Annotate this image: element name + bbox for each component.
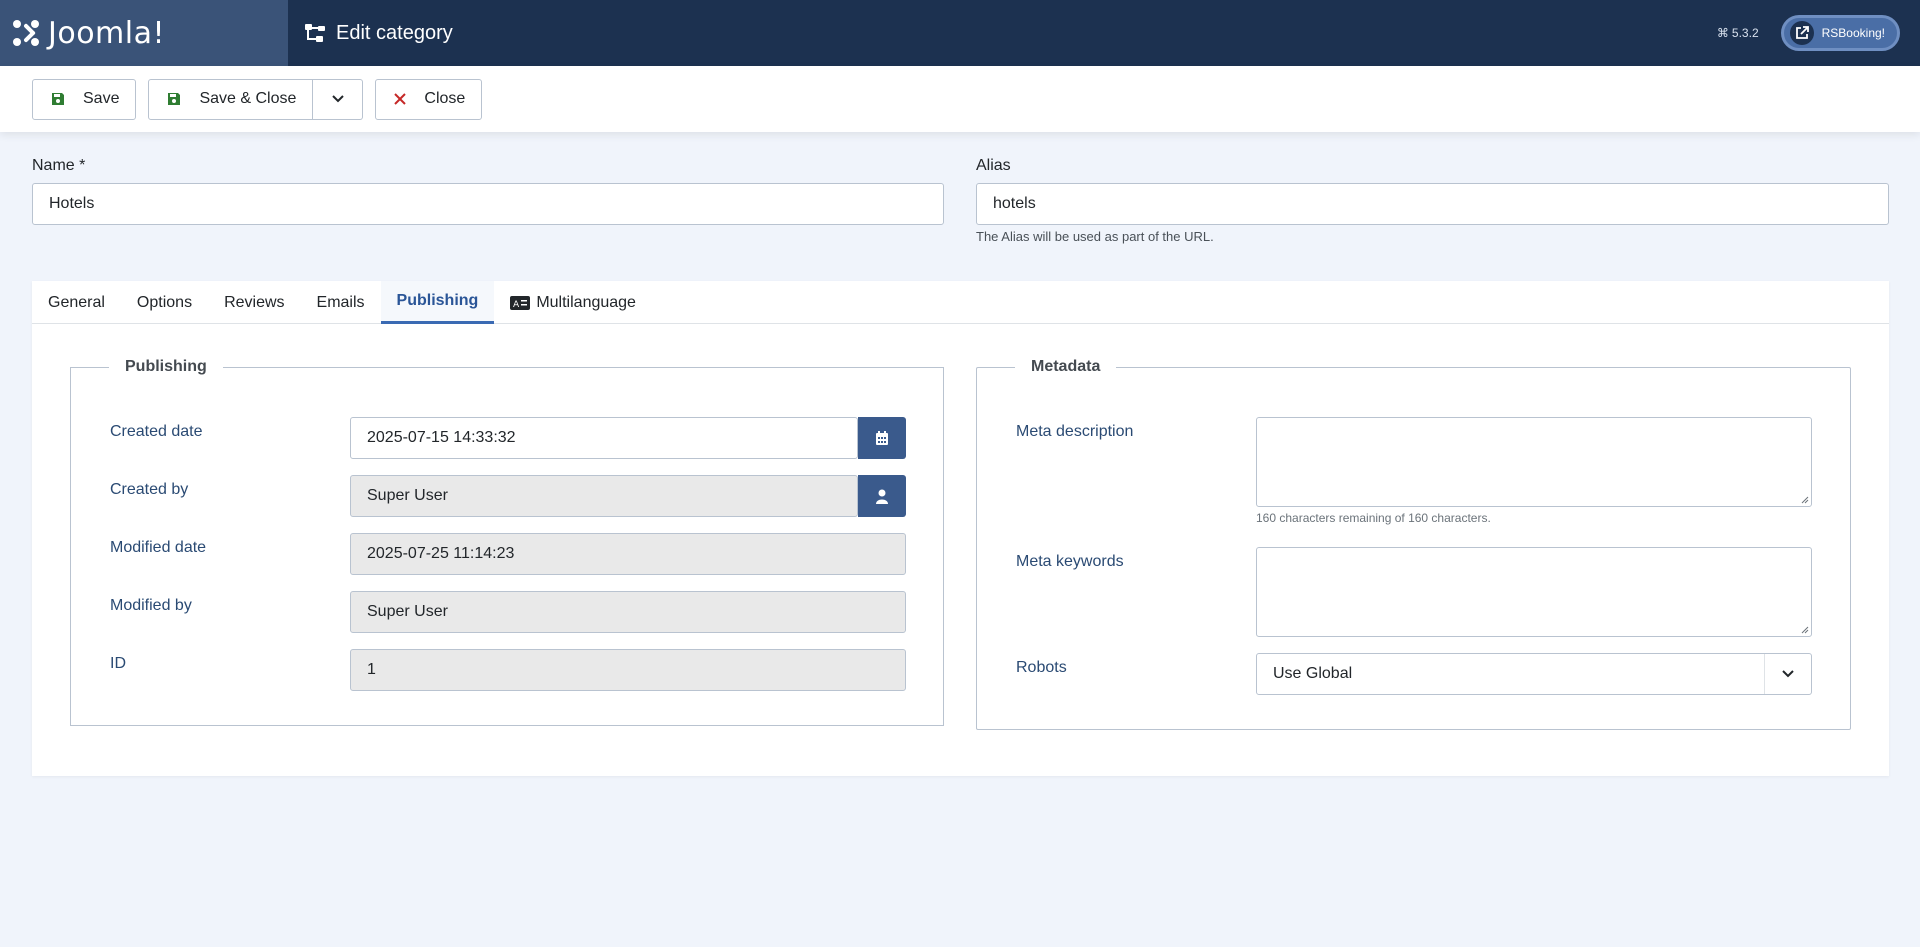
tab-general[interactable]: General: [32, 281, 121, 324]
alias-input[interactable]: hotels: [976, 183, 1889, 225]
close-label: Close: [424, 90, 466, 107]
close-button[interactable]: Close: [375, 78, 483, 120]
tab-publishing[interactable]: Publishing: [380, 281, 495, 324]
modified-date-label: Modified date: [110, 539, 207, 556]
language-icon: A: [510, 295, 531, 310]
save-close-label: Save & Close: [199, 90, 297, 107]
created-by-input: Super User: [350, 475, 858, 517]
joomla-logo-icon: [13, 20, 39, 46]
app-header: Joomla! Edit category ⌘ 5.3.2 RSBooking!: [0, 0, 1920, 66]
meta-keywords-label: Meta keywords: [1016, 553, 1124, 570]
created-by-label: Created by: [110, 481, 189, 498]
page-title: Edit category: [336, 21, 453, 44]
joomla-small-icon: ⌘: [1716, 26, 1729, 40]
svg-text:A: A: [513, 300, 520, 310]
tab-multilanguage-label: Multilanguage: [536, 293, 636, 311]
calendar-button[interactable]: [858, 417, 906, 459]
tab-reviews[interactable]: Reviews: [208, 281, 300, 324]
alias-hint: The Alias will be used as part of the UR…: [976, 229, 1214, 244]
robots-label: Robots: [1016, 659, 1067, 676]
robots-select[interactable]: Use Global: [1256, 653, 1812, 695]
robots-select-value: Use Global: [1273, 665, 1353, 682]
meta-description-counter: 160 characters remaining of 160 characte…: [1256, 511, 1491, 525]
save-close-button[interactable]: Save & Close: [148, 78, 314, 120]
name-input[interactable]: Hotels: [32, 183, 944, 225]
site-name: RSBooking!: [1821, 26, 1885, 40]
alias-label: Alias: [976, 157, 1011, 174]
save-label: Save: [83, 90, 120, 107]
external-link-icon: [1789, 21, 1814, 45]
logo-text: Joomla!: [48, 15, 166, 51]
tab-emails[interactable]: Emails: [301, 281, 381, 324]
calendar-icon: [876, 430, 888, 445]
category-tree-icon: [305, 24, 325, 42]
tab-panel: General Options Reviews Emails Publishin…: [32, 281, 1889, 776]
metadata-legend: Metadata: [1015, 358, 1117, 376]
resize-grip-icon[interactable]: [1799, 624, 1809, 634]
view-site-button[interactable]: RSBooking!: [1780, 15, 1900, 51]
created-date-input[interactable]: 2025-07-15 14:33:32: [350, 417, 858, 459]
toolbar: Save Save & Close Close: [0, 66, 1920, 132]
chevron-down-icon: [332, 95, 344, 103]
tab-bar: General Options Reviews Emails Publishin…: [32, 281, 1889, 324]
save-icon: [33, 92, 83, 106]
modified-by-label: Modified by: [110, 597, 192, 614]
save-close-group: Save & Close: [148, 78, 364, 120]
modified-date-input: 2025-07-25 11:14:23: [350, 533, 906, 575]
id-label: ID: [110, 655, 126, 672]
select-user-button[interactable]: [858, 475, 906, 517]
save-options-dropdown[interactable]: [313, 78, 364, 120]
joomla-logo[interactable]: Joomla!: [0, 0, 288, 66]
meta-description-textarea[interactable]: [1256, 417, 1812, 507]
save-button[interactable]: Save: [32, 78, 137, 120]
modified-by-input: Super User: [350, 591, 906, 633]
save-icon: [149, 92, 199, 106]
publishing-legend: Publishing: [109, 358, 223, 376]
chevron-down-icon: [1764, 654, 1811, 694]
metadata-fieldset: Metadata Meta description 160 characters…: [976, 358, 1851, 730]
tab-multilanguage[interactable]: A Multilanguage: [494, 281, 652, 324]
version-text: 5.3.2: [1731, 26, 1759, 40]
name-label: Name *: [32, 157, 86, 174]
user-icon: [876, 489, 888, 504]
close-icon: [376, 93, 424, 105]
version-badge: ⌘ 5.3.2: [1717, 26, 1759, 40]
meta-description-label: Meta description: [1016, 423, 1134, 440]
publishing-fieldset: Publishing Created date 2025-07-15 14:33…: [70, 358, 944, 726]
created-date-label: Created date: [110, 423, 203, 440]
id-input: 1: [350, 649, 906, 691]
resize-grip-icon[interactable]: [1799, 494, 1809, 504]
tab-options[interactable]: Options: [121, 281, 208, 324]
meta-keywords-textarea[interactable]: [1256, 547, 1812, 637]
